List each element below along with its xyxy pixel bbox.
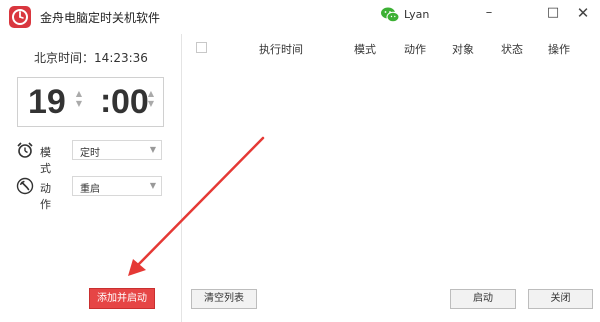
column-header-time: 执行时间 [259,43,303,56]
select-all-checkbox[interactable] [196,42,207,53]
clear-list-button[interactable]: 清空列表 [191,289,257,309]
close-window-button[interactable]: ✕ [570,2,596,26]
time-picker[interactable]: 19 ▲ ▼ : 00 ▲ ▼ [17,77,164,127]
hour-up-icon[interactable]: ▲ [74,89,84,99]
user-name[interactable]: Lyan [404,8,429,21]
mode-label: 模式 [40,146,51,175]
action-select-value: 重启 [80,184,100,195]
mode-select[interactable]: 定时 ▼ [72,140,162,160]
hour-down-icon[interactable]: ▼ [74,99,84,109]
column-header-mode: 模式 [354,43,376,56]
column-header-action: 动作 [404,43,426,56]
minimize-button[interactable]: – [476,2,502,26]
chevron-down-icon[interactable]: ▼ [147,143,159,157]
minute-up-icon[interactable]: ▲ [146,89,156,99]
hour-spinner[interactable]: ▲ ▼ [74,89,84,109]
minute-down-icon[interactable]: ▼ [146,99,156,109]
start-button[interactable]: 启动 [450,289,516,309]
settings-panel: 北京时间：14:23:36 19 ▲ ▼ : 00 ▲ ▼ 模式 定时 ▼ 动作… [0,34,182,322]
table-header: 执行时间 模式 动作 对象 状态 操作 [182,34,600,60]
column-header-status: 状态 [501,43,523,56]
app-title: 金舟电脑定时关机软件 [40,11,161,25]
wechat-icon[interactable] [380,6,400,24]
mode-select-value: 定时 [80,148,100,159]
minute-input[interactable]: 00 [111,82,149,122]
minute-spinner[interactable]: ▲ ▼ [146,89,156,109]
power-logo-icon [9,6,31,28]
maximize-icon: □ [546,5,560,20]
beijing-clock: 北京时间：14:23:36 [0,49,182,66]
maximize-button[interactable]: □ [540,2,566,26]
clock-value: 14:23:36 [94,51,148,65]
alarm-clock-icon [16,141,34,159]
column-header-operation: 操作 [548,43,570,56]
action-label: 动作 [40,182,51,211]
task-list-panel: 执行时间 模式 动作 对象 状态 操作 清空列表 启动 关闭 [182,34,600,322]
add-and-start-button[interactable]: 添加并启动 [89,288,155,309]
chevron-down-icon[interactable]: ▼ [147,179,159,193]
time-separator: : [100,82,112,120]
hour-input[interactable]: 19 [28,82,66,122]
action-select[interactable]: 重启 ▼ [72,176,162,196]
clock-label: 北京时间： [34,51,95,65]
title-bar: 金舟电脑定时关机软件 Lyan – □ ✕ [0,0,600,34]
column-header-target: 对象 [452,43,474,56]
minimize-icon: – [485,5,493,20]
close-button[interactable]: 关闭 [528,289,593,309]
wrench-icon [16,177,34,195]
close-icon: ✕ [576,4,590,22]
